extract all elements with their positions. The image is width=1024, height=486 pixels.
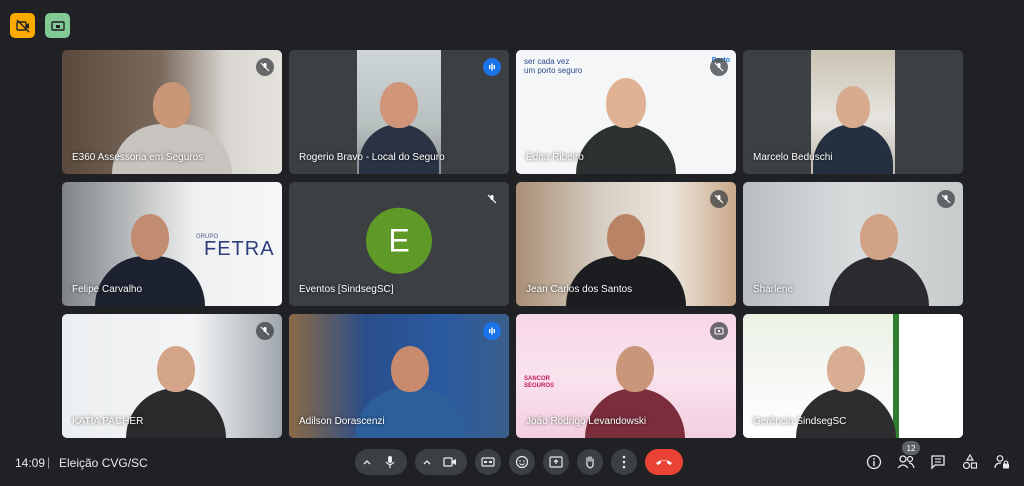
- brand-logo: FETRA: [204, 238, 275, 260]
- emoji-icon: [515, 455, 529, 469]
- brand-logo: SANCOR SEGUROS: [524, 376, 555, 389]
- speaking-icon: [483, 58, 501, 76]
- participant-tile[interactable]: Gerência SindsegSC: [743, 314, 963, 438]
- participant-name: KATIA PACHER: [72, 416, 144, 427]
- participant-tile-active[interactable]: Adilson Dorascenzi: [289, 314, 509, 438]
- mic-control-group: [355, 449, 407, 475]
- speaking-icon: [483, 322, 501, 340]
- camera-options-button[interactable]: [419, 449, 435, 475]
- captions-icon: [481, 456, 495, 468]
- people-icon: [897, 454, 915, 470]
- participant-name: Rogerio Bravo - Local do Seguro: [299, 152, 445, 163]
- participant-tile[interactable]: ser cada vez um porto seguro Porto Edna …: [516, 50, 736, 174]
- lock-person-icon: [994, 454, 1010, 470]
- clock: 14:09: [15, 456, 46, 470]
- chat-icon: [930, 454, 946, 470]
- meeting-details-button[interactable]: [864, 452, 884, 472]
- bottom-bar: 14:09 | Eleição CVG/SC 12: [0, 441, 1024, 486]
- mic-icon: [384, 455, 396, 469]
- people-button[interactable]: [896, 452, 916, 472]
- virtual-background-text: ser cada vez um porto seguro: [524, 57, 583, 75]
- participant-name: Adilson Dorascenzi: [299, 416, 385, 427]
- share-screen-icon: [50, 19, 65, 33]
- share-screen-icon: [710, 322, 728, 340]
- participant-count-badge: 12: [902, 441, 920, 455]
- mic-off-icon: [483, 190, 501, 208]
- meet-window: E360 Assessoria em Seguros Rogerio Bravo…: [0, 0, 1024, 486]
- participant-name: Sharlene: [753, 284, 794, 295]
- host-controls-button[interactable]: [992, 452, 1012, 472]
- participant-tile[interactable]: SANCOR SEGUROS João Rodrigo Levandowski: [516, 314, 736, 438]
- phone-hangup-icon: [655, 458, 673, 466]
- mic-options-button[interactable]: [359, 449, 375, 475]
- participant-name: Edna Ribeiro: [526, 152, 584, 163]
- side-panel-controls: [864, 452, 1012, 472]
- participant-tile[interactable]: GRUPO FETRA Felipe Carvalho: [62, 182, 282, 306]
- brand-panel: [893, 314, 963, 438]
- chat-button[interactable]: [928, 452, 948, 472]
- chevron-up-icon: [423, 459, 431, 465]
- avatar: E: [366, 207, 432, 274]
- participant-tile[interactable]: KATIA PACHER: [62, 314, 282, 438]
- mic-off-icon: [256, 58, 274, 76]
- activities-button[interactable]: [960, 452, 980, 472]
- participant-name: E360 Assessoria em Seguros: [72, 152, 204, 163]
- share-screen-status-button[interactable]: [45, 13, 70, 38]
- hand-icon: [584, 455, 596, 469]
- present-button[interactable]: [543, 449, 569, 475]
- participant-tile[interactable]: Sharlene: [743, 182, 963, 306]
- participant-name: Eventos [SindsegSC]: [299, 284, 394, 295]
- participant-name: Marcelo Beduschi: [753, 152, 833, 163]
- more-vert-icon: [622, 455, 626, 469]
- participant-name: Gerência SindsegSC: [753, 416, 847, 427]
- camera-off-button[interactable]: [10, 13, 35, 38]
- participant-tile[interactable]: E Eventos [SindsegSC]: [289, 182, 509, 306]
- meeting-title: Eleição CVG/SC: [59, 456, 148, 470]
- participant-tile[interactable]: Marcelo Beduschi: [743, 50, 963, 174]
- participant-video: [829, 214, 930, 306]
- participant-tile[interactable]: Rogerio Bravo - Local do Seguro: [289, 50, 509, 174]
- participant-video: [576, 78, 676, 174]
- participant-name: João Rodrigo Levandowski: [526, 416, 647, 427]
- leave-call-button[interactable]: [645, 449, 683, 475]
- camera-icon: [443, 456, 457, 468]
- info-icon: [866, 454, 882, 470]
- participant-name: Felipe Carvalho: [72, 284, 143, 295]
- camera-control-group: [415, 449, 467, 475]
- mic-off-icon: [256, 322, 274, 340]
- camera-off-icon: [15, 19, 30, 33]
- camera-button[interactable]: [437, 449, 463, 475]
- mic-off-icon: [710, 190, 728, 208]
- participant-grid: E360 Assessoria em Seguros Rogerio Bravo…: [62, 50, 965, 438]
- mic-button[interactable]: [377, 449, 403, 475]
- present-screen-icon: [549, 456, 563, 468]
- mic-off-icon: [937, 190, 955, 208]
- chevron-up-icon: [363, 459, 371, 465]
- participant-tile[interactable]: E360 Assessoria em Seguros: [62, 50, 282, 174]
- raise-hand-button[interactable]: [577, 449, 603, 475]
- participant-name: Jean Carlos dos Santos: [526, 284, 633, 295]
- more-options-button[interactable]: [611, 449, 637, 475]
- top-left-controls: [10, 13, 70, 38]
- reactions-button[interactable]: [509, 449, 535, 475]
- captions-button[interactable]: [475, 449, 501, 475]
- call-controls: [355, 449, 683, 475]
- shapes-icon: [962, 454, 978, 470]
- mic-off-icon: [710, 58, 728, 76]
- participant-tile[interactable]: Jean Carlos dos Santos: [516, 182, 736, 306]
- separator: |: [47, 455, 51, 469]
